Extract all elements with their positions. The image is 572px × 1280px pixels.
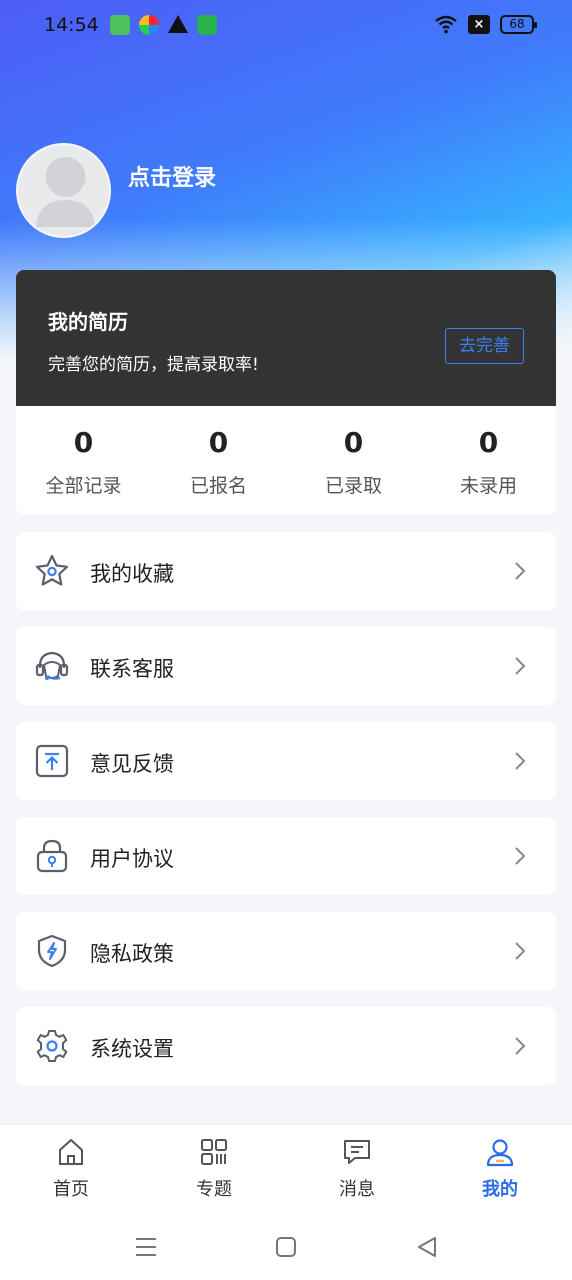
- menu-label: 我的收藏: [90, 562, 174, 586]
- complete-resume-button[interactable]: 去完善: [445, 328, 524, 364]
- tab-home[interactable]: 首页: [21, 1125, 121, 1215]
- stat-not-hired[interactable]: 0 未录用: [421, 406, 556, 514]
- menu-item-system-settings[interactable]: 系统设置: [16, 1007, 556, 1085]
- tab-label: 专题: [196, 1179, 232, 1200]
- menu-item-feedback[interactable]: 意见反馈: [16, 722, 556, 800]
- bottom-tab-bar: 首页 专题 消息 我的: [0, 1124, 572, 1214]
- app-notification-icon: [110, 15, 130, 35]
- tab-messages[interactable]: 消息: [307, 1125, 407, 1215]
- menu-item-favorites[interactable]: 我的收藏: [16, 532, 556, 610]
- stat-all-records[interactable]: 0 全部记录: [16, 406, 151, 514]
- stat-label: 未录用: [459, 475, 517, 497]
- status-right-icons: × 68: [434, 14, 537, 34]
- stat-admitted[interactable]: 0 已录取: [286, 406, 421, 514]
- status-notification-icons: [110, 15, 217, 35]
- resume-subtitle: 完善您的简历，提高录取率!: [48, 355, 259, 375]
- feedback-upload-icon: [35, 744, 69, 778]
- shield-notification-icon: [197, 15, 217, 35]
- default-avatar-icon: [36, 157, 95, 227]
- stat-label: 已报名: [189, 475, 247, 497]
- tab-label: 首页: [53, 1179, 89, 1200]
- menu-icon[interactable]: [131, 1232, 161, 1262]
- resume-title: 我的简历: [48, 310, 128, 334]
- menu-label: 隐私政策: [90, 942, 174, 966]
- message-icon: [344, 1140, 370, 1164]
- warning-icon: [168, 15, 188, 33]
- stat-value: 0: [208, 426, 229, 459]
- stat-value: 0: [73, 426, 94, 459]
- stat-registered[interactable]: 0 已报名: [151, 406, 286, 514]
- home-icon: [59, 1139, 83, 1165]
- headset-icon: [35, 651, 69, 680]
- resume-card[interactable]: 我的简历 完善您的简历，提高录取率! 去完善: [16, 270, 556, 406]
- chevron-right-icon: [515, 752, 526, 770]
- tab-mine[interactable]: 我的: [450, 1125, 550, 1215]
- tab-label: 消息: [339, 1179, 375, 1200]
- star-icon: [35, 554, 69, 586]
- menu-item-customer-service[interactable]: 联系客服: [16, 627, 556, 705]
- grid-icon: [201, 1139, 227, 1165]
- battery-indicator: 68: [500, 14, 537, 34]
- stats-panel: 0 全部记录 0 已报名 0 已录取 0 未录用: [16, 406, 556, 514]
- no-sim-icon: ×: [468, 14, 490, 34]
- lock-icon: [36, 839, 68, 873]
- status-time: 14:54: [44, 14, 99, 36]
- tab-topics[interactable]: 专题: [164, 1125, 264, 1215]
- tab-label: 我的: [482, 1179, 518, 1200]
- chevron-right-icon: [515, 942, 526, 960]
- system-navigation-bar: [0, 1214, 572, 1280]
- status-bar: 14:54 × 68: [0, 0, 572, 52]
- menu-label: 意见反馈: [90, 752, 174, 776]
- chevron-right-icon: [515, 657, 526, 675]
- home-square-icon[interactable]: [271, 1232, 301, 1262]
- menu-label: 联系客服: [90, 657, 174, 681]
- gear-icon: [36, 1030, 68, 1062]
- login-link[interactable]: 点击登录: [128, 160, 216, 192]
- shield-icon: [37, 934, 67, 968]
- stat-label: 已录取: [324, 475, 382, 497]
- back-icon[interactable]: [412, 1232, 442, 1262]
- stat-value: 0: [343, 426, 364, 459]
- wifi-icon: [435, 15, 457, 34]
- chevron-right-icon: [515, 562, 526, 580]
- chevron-right-icon: [515, 1037, 526, 1055]
- menu-label: 用户协议: [90, 847, 174, 871]
- menu-label: 系统设置: [90, 1037, 174, 1061]
- menu-item-user-agreement[interactable]: 用户协议: [16, 817, 556, 895]
- user-icon: [486, 1139, 514, 1167]
- avatar[interactable]: [16, 143, 111, 238]
- app-color-notification-icon: [139, 15, 159, 35]
- chevron-right-icon: [515, 847, 526, 865]
- menu-item-privacy-policy[interactable]: 隐私政策: [16, 912, 556, 990]
- stat-value: 0: [478, 426, 499, 459]
- stat-label: 全部记录: [45, 475, 122, 497]
